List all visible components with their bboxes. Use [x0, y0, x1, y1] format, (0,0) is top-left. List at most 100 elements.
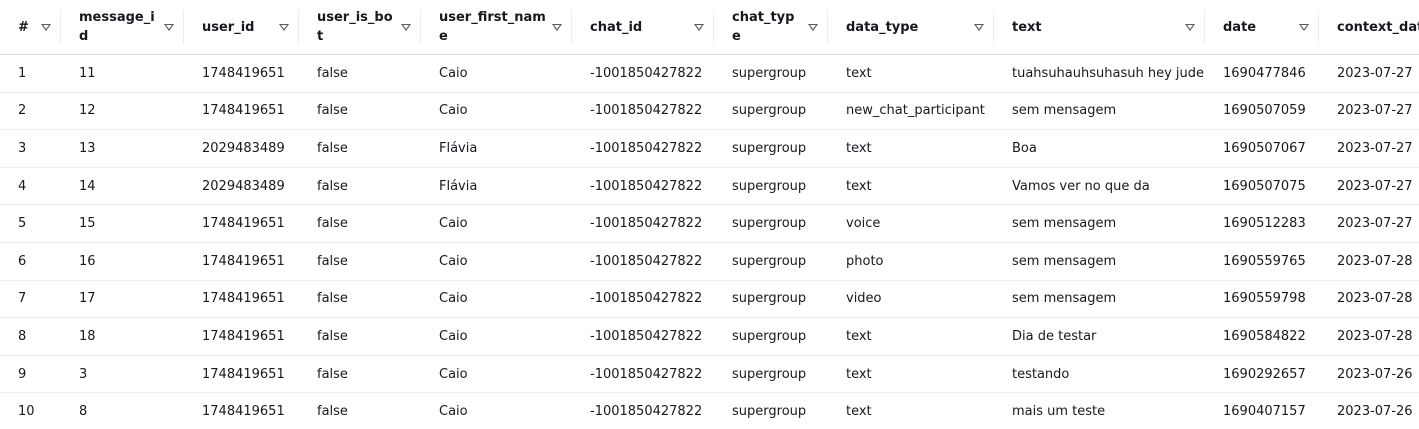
cell-index: 1	[0, 54, 61, 93]
cell-date: 1690559765	[1205, 242, 1319, 281]
cell-context-date: 2023-07-27	[1319, 204, 1419, 243]
cell-text: sem mensagem	[994, 280, 1205, 319]
column-header-chat-type[interactable]: chat_type	[714, 0, 828, 55]
cell-date: 1690507075	[1205, 167, 1319, 206]
sort-caret-icon[interactable]	[1299, 23, 1309, 31]
cell-user-first-name: Caio	[421, 317, 572, 356]
cell-chat-id: -1001850427822	[572, 129, 714, 168]
cell-chat-type: supergroup	[714, 317, 828, 356]
column-header-label: context_date	[1337, 19, 1419, 35]
column-header-chat-id[interactable]: chat_id	[572, 0, 714, 55]
cell-message-id: 8	[79, 404, 88, 420]
sort-caret-icon[interactable]	[164, 23, 174, 31]
cell-chat-type: supergroup	[714, 92, 828, 131]
results-table: # message_id user_id user_is_bot user_fi…	[0, 0, 1419, 429]
column-header-text[interactable]: text	[994, 0, 1205, 55]
column-header-user-is-bot[interactable]: user_is_bot	[299, 0, 421, 55]
cell-chat-id: -1001850427822	[572, 92, 714, 131]
cell-chat-id: -1001850427822	[572, 204, 714, 243]
cell-user-id: 2029483489	[184, 129, 299, 168]
sort-caret-icon[interactable]	[279, 23, 289, 31]
cell-data-type: text	[828, 317, 994, 356]
cell-chat-type: supergroup	[714, 204, 828, 243]
table-row[interactable]: 2 12 1748419651 false Caio -1001850427822 supe…	[0, 92, 1419, 131]
column-header-label: message_id	[79, 10, 155, 44]
cell-text: testando	[994, 355, 1205, 394]
cell-context-date: 2023-07-28	[1319, 280, 1419, 319]
sort-caret-icon[interactable]	[41, 23, 51, 31]
table-row[interactable]: 3 13 2029483489 false Flávia -1001850427822 su…	[0, 129, 1419, 168]
cell-context-date: 2023-07-26	[1337, 404, 1413, 420]
cell-data-type: photo	[828, 242, 994, 281]
cell-user-id: 1748419651	[184, 317, 299, 356]
column-header-label: user_id	[202, 19, 255, 35]
cell-data-type: text	[828, 54, 994, 93]
column-header-user-id[interactable]: user_id	[184, 0, 299, 55]
cell-user-first-name: Caio	[421, 92, 572, 131]
cell-user-id: 1748419651	[202, 404, 285, 420]
column-header-label: chat_id	[590, 19, 643, 35]
cell-index: 9	[0, 355, 61, 394]
sort-caret-icon[interactable]	[808, 23, 818, 31]
cell-context-date: 2023-07-28	[1319, 242, 1419, 281]
column-header-date[interactable]: date	[1205, 0, 1319, 55]
column-header-label: user_is_bot	[317, 10, 393, 44]
cell-user-first-name: Caio	[421, 242, 572, 281]
cell-user-is-bot: false	[317, 404, 348, 420]
cell-message-id: 15	[61, 204, 184, 243]
cell-user-id: 1748419651	[184, 204, 299, 243]
cell-date: 1690407157	[1223, 404, 1306, 420]
sort-caret-icon[interactable]	[401, 23, 411, 31]
table-row[interactable]: 4 14 2029483489 false Flávia -1001850427822 su…	[0, 167, 1419, 206]
sort-caret-icon[interactable]	[1185, 23, 1195, 31]
table-row[interactable]: 5 15 1748419651 false Caio -1001850427822 supe…	[0, 204, 1419, 243]
cell-context-date: 2023-07-28	[1319, 317, 1419, 356]
sort-caret-icon[interactable]	[552, 23, 562, 31]
cell-context-date: 2023-07-26	[1319, 355, 1419, 394]
cell-date: 1690292657	[1205, 355, 1319, 394]
cell-user-id: 1748419651	[184, 355, 299, 394]
cell-date: 1690507067	[1205, 129, 1319, 168]
cell-text: sem mensagem	[994, 242, 1205, 281]
cell-text: Dia de testar	[994, 317, 1205, 356]
cell-context-date: 2023-07-27	[1319, 92, 1419, 131]
cell-user-first-name: Flávia	[421, 167, 572, 206]
column-header-label: date	[1223, 19, 1257, 35]
cell-chat-type: supergroup	[714, 54, 828, 93]
cell-index: 10	[18, 404, 35, 420]
column-header-index[interactable]: #	[0, 0, 61, 55]
cell-data-type: video	[828, 280, 994, 319]
column-header-user-first-name[interactable]: user_first_name	[421, 0, 572, 55]
cell-user-is-bot: false	[299, 92, 421, 131]
column-header-data-type[interactable]: data_type	[828, 0, 994, 55]
column-header-context-date[interactable]: context_date	[1319, 0, 1419, 55]
cell-text: sem mensagem	[994, 204, 1205, 243]
cell-data-type: voice	[828, 204, 994, 243]
cell-user-is-bot: false	[299, 129, 421, 168]
cell-chat-type: supergroup	[714, 355, 828, 394]
cell-data-type: text	[828, 167, 994, 206]
cell-index: 7	[0, 280, 61, 319]
cell-message-id: 3	[61, 355, 184, 394]
table-row[interactable]: 10 8 1748419651 false Caio -1001850427822 supe…	[0, 393, 1419, 429]
cell-chat-type: supergroup	[714, 280, 828, 319]
cell-user-first-name: Flávia	[421, 129, 572, 168]
column-header-message-id[interactable]: message_id	[61, 0, 184, 55]
cell-index: 8	[0, 317, 61, 356]
table-row[interactable]: 1 11 1748419651 false Caio -1001850427822 supe…	[0, 54, 1419, 93]
cell-chat-id: -1001850427822	[572, 242, 714, 281]
cell-user-is-bot: false	[299, 204, 421, 243]
sort-caret-icon[interactable]	[694, 23, 704, 31]
column-header-label: #	[18, 19, 29, 35]
table-row[interactable]: 9 3 1748419651 false Caio -1001850427822 super…	[0, 355, 1419, 394]
column-header-label: text	[1012, 19, 1042, 35]
cell-chat-type: supergroup	[714, 129, 828, 168]
cell-data-type: text	[828, 129, 994, 168]
table-row[interactable]: 6 16 1748419651 false Caio -1001850427822 supe…	[0, 242, 1419, 281]
cell-user-first-name: Caio	[421, 204, 572, 243]
table-row[interactable]: 8 18 1748419651 false Caio -1001850427822 supe…	[0, 317, 1419, 356]
cell-message-id: 11	[61, 54, 184, 93]
sort-caret-icon[interactable]	[974, 23, 984, 31]
cell-chat-id: -1001850427822	[572, 355, 714, 394]
table-row[interactable]: 7 17 1748419651 false Caio -1001850427822 supe…	[0, 280, 1419, 319]
